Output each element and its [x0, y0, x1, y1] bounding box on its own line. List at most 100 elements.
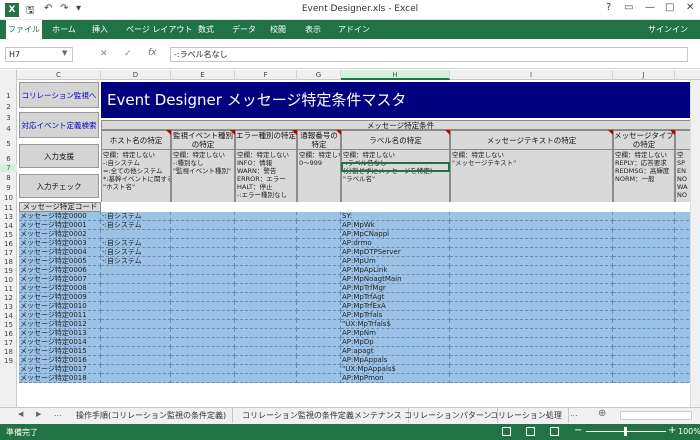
table-cell[interactable] — [450, 311, 613, 320]
help-icon[interactable]: ? — [606, 2, 611, 13]
redo-icon[interactable]: ↷ — [60, 3, 68, 14]
table-cell[interactable] — [450, 329, 613, 338]
code-cell[interactable]: メッセージ特定0016 — [19, 356, 101, 365]
table-cell[interactable] — [613, 293, 675, 302]
table-cell[interactable] — [613, 320, 675, 329]
table-cell[interactable] — [613, 230, 675, 239]
table-cell[interactable] — [235, 320, 297, 329]
code-cell[interactable]: メッセージ特定0010 — [19, 302, 101, 311]
row-header[interactable]: 16 — [0, 240, 17, 248]
row-header[interactable]: 13 — [0, 303, 17, 311]
code-cell[interactable]: メッセージ特定0012 — [19, 320, 101, 329]
label-cell[interactable]: "UX:MpTrfals$ — [341, 320, 450, 329]
table-cell[interactable] — [297, 266, 341, 275]
table-cell[interactable] — [613, 284, 675, 293]
table-cell[interactable] — [297, 212, 341, 221]
host-cell[interactable] — [101, 374, 171, 383]
chevron-down-icon[interactable]: ▼ — [62, 49, 67, 57]
row-header[interactable]: 17 — [0, 339, 17, 347]
comment-indicator-icon[interactable] — [336, 130, 341, 135]
table-cell[interactable] — [171, 338, 235, 347]
table-cell[interactable] — [171, 257, 235, 266]
worksheet-grid[interactable]: コリレーション監視へ 対応イベント定義検索 入力支援 入力チェック Event … — [17, 80, 700, 407]
zoom-level[interactable]: 100% — [678, 427, 700, 436]
host-cell[interactable] — [101, 320, 171, 329]
table-cell[interactable] — [235, 347, 297, 356]
table-cell[interactable] — [235, 239, 297, 248]
table-cell[interactable] — [450, 266, 613, 275]
table-cell[interactable] — [171, 302, 235, 311]
close-icon[interactable]: ✕ — [686, 2, 694, 13]
table-cell[interactable] — [450, 239, 613, 248]
label-cell[interactable]: AP:MpTrfals — [341, 311, 450, 320]
event-definition-search-button[interactable]: 対応イベント定義検索 — [19, 112, 99, 138]
host-cell[interactable] — [101, 311, 171, 320]
table-cell[interactable] — [235, 212, 297, 221]
table-cell[interactable] — [171, 329, 235, 338]
row-header[interactable]: 13 — [0, 213, 17, 221]
table-cell[interactable] — [613, 347, 675, 356]
code-cell[interactable]: メッセージ特定0015 — [19, 347, 101, 356]
table-cell[interactable] — [297, 320, 341, 329]
formula-input[interactable]: -:ラベル名なし — [170, 47, 688, 62]
host-cell[interactable] — [101, 230, 171, 239]
horizontal-scrollbar[interactable] — [620, 411, 692, 420]
table-cell[interactable] — [613, 221, 675, 230]
table-cell[interactable] — [450, 356, 613, 365]
table-cell[interactable] — [613, 248, 675, 257]
label-cell[interactable]: AP:MpDTPServer — [341, 248, 450, 257]
column-header-f[interactable]: F — [235, 70, 297, 80]
zoom-out-icon[interactable]: − — [574, 425, 582, 436]
table-cell[interactable] — [613, 365, 675, 374]
table-cell[interactable] — [235, 221, 297, 230]
row-header[interactable]: 16 — [0, 330, 17, 338]
host-cell[interactable] — [101, 329, 171, 338]
table-cell[interactable] — [297, 329, 341, 338]
table-cell[interactable] — [171, 356, 235, 365]
code-cell[interactable]: メッセージ特定0013 — [19, 329, 101, 338]
table-cell[interactable] — [450, 212, 613, 221]
label-cell[interactable]: AP:MpTrfAgt — [341, 293, 450, 302]
table-cell[interactable] — [297, 356, 341, 365]
code-cell[interactable]: メッセージ特定0000 — [19, 212, 101, 221]
code-cell[interactable]: メッセージ特定0004 — [19, 248, 101, 257]
tab-data[interactable]: データ — [230, 20, 258, 39]
table-cell[interactable] — [171, 266, 235, 275]
table-cell[interactable] — [613, 239, 675, 248]
table-cell[interactable] — [235, 374, 297, 383]
host-cell[interactable] — [101, 338, 171, 347]
table-cell[interactable] — [613, 311, 675, 320]
table-cell[interactable] — [613, 275, 675, 284]
sheet-tab[interactable]: 操作手順(コリレーション監視の条件定義) — [70, 408, 234, 423]
table-cell[interactable] — [450, 230, 613, 239]
table-cell[interactable] — [297, 302, 341, 311]
tab-addins[interactable]: アドイン — [336, 20, 372, 39]
table-cell[interactable] — [171, 221, 235, 230]
label-cell[interactable]: AP:drmo — [341, 239, 450, 248]
row-header[interactable]: 1 — [0, 92, 17, 100]
table-cell[interactable] — [171, 230, 235, 239]
label-cell[interactable]: AP:MpNoagtMain — [341, 275, 450, 284]
row-header[interactable]: 10 — [0, 194, 17, 202]
host-cell[interactable] — [101, 356, 171, 365]
table-cell[interactable] — [235, 338, 297, 347]
code-cell[interactable]: メッセージ特定0002 — [19, 230, 101, 239]
row-header[interactable]: 11 — [0, 285, 17, 293]
table-cell[interactable] — [450, 302, 613, 311]
row-header[interactable]: 15 — [0, 231, 17, 239]
table-cell[interactable] — [613, 212, 675, 221]
tab-more-left[interactable]: ... — [54, 409, 62, 418]
table-cell[interactable] — [297, 221, 341, 230]
table-cell[interactable] — [613, 338, 675, 347]
table-cell[interactable] — [613, 266, 675, 275]
table-cell[interactable] — [450, 347, 613, 356]
code-cell[interactable]: メッセージ特定0018 — [19, 374, 101, 383]
minimize-icon[interactable]: — — [645, 2, 655, 13]
table-cell[interactable] — [171, 212, 235, 221]
table-cell[interactable] — [450, 248, 613, 257]
table-cell[interactable] — [297, 374, 341, 383]
row-header[interactable]: 18 — [0, 258, 17, 266]
comment-indicator-icon[interactable] — [292, 130, 297, 135]
label-cell[interactable]: AP:MpApLink — [341, 266, 450, 275]
table-cell[interactable] — [297, 284, 341, 293]
